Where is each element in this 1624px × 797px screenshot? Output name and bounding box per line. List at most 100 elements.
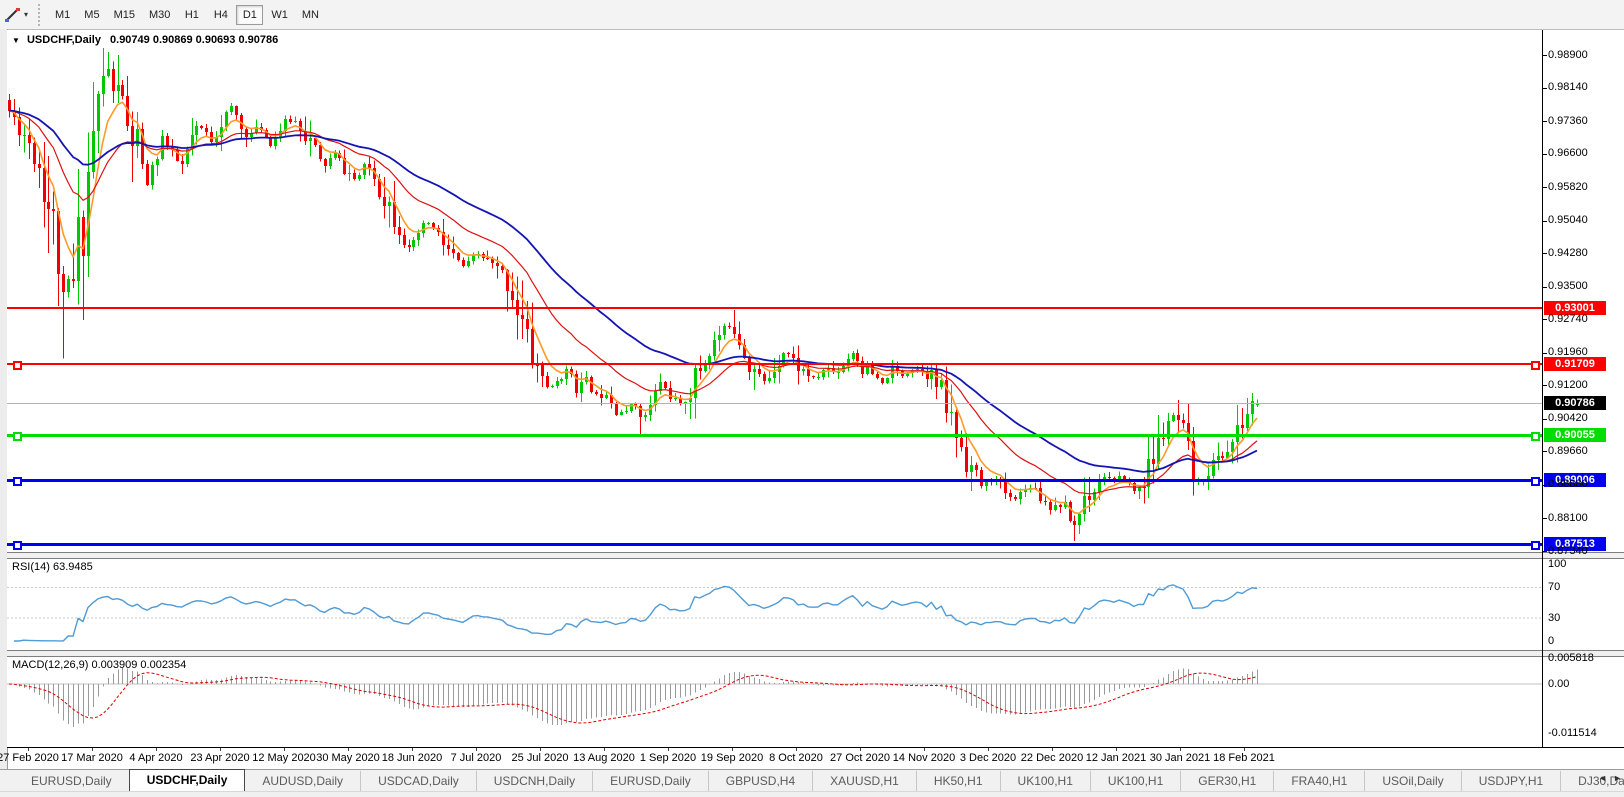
price-tick — [1542, 221, 1547, 222]
chart-tab-usdcad-daily[interactable]: USDCAD,Daily — [360, 771, 476, 791]
rsi-chart — [7, 584, 1542, 642]
chart-tab-ger30-h1[interactable]: GER30,H1 — [1180, 771, 1273, 791]
timeframe-button-w1[interactable]: W1 — [265, 5, 294, 25]
date-tick — [348, 748, 349, 751]
price-tick — [1542, 287, 1547, 288]
timeframe-button-h1[interactable]: H1 — [178, 5, 205, 25]
date-label: 3 Dec 2020 — [959, 752, 1017, 764]
mt4-window: ▾ M1 M5 M15 M30 H1 H4 D1 W1 MN ▼ USDCHF,Daily 0.… — [0, 0, 1624, 797]
price-tick-label: 0.94280 — [1548, 246, 1588, 259]
tab-scroll-right-icon[interactable]: ► — [1613, 773, 1622, 783]
price-tick-label: 0.87340 — [1548, 544, 1588, 557]
rsi-axis-label: 0 — [1548, 634, 1555, 647]
tab-scroll-left-icon[interactable]: ◄ — [1598, 773, 1607, 783]
chart-tab-gbpusd-h4[interactable]: GBPUSD,H4 — [707, 771, 812, 791]
toolbar-grip[interactable] — [38, 3, 41, 26]
pane-separator[interactable] — [7, 650, 1624, 657]
price-tick — [1542, 88, 1547, 89]
price-level-line[interactable] — [7, 307, 1542, 309]
chart-tab-fra40-h1[interactable]: FRA40,H1 — [1273, 771, 1364, 791]
price-tick-label: 0.89660 — [1548, 444, 1588, 457]
price-tick — [1542, 55, 1547, 56]
rsi-line — [13, 584, 1258, 642]
line-marker[interactable] — [13, 541, 22, 550]
date-label: 13 Aug 2020 — [573, 752, 635, 764]
date-label: 30 Jan 2021 — [1149, 752, 1211, 764]
pane-separator[interactable] — [7, 552, 1624, 559]
chart-tab-usoil-daily[interactable]: USOil,Daily — [1364, 771, 1460, 791]
date-tick — [668, 748, 669, 751]
price-tick-label: 0.95040 — [1548, 214, 1588, 227]
macd-signal-line — [8, 672, 1258, 724]
line-marker[interactable] — [1531, 477, 1540, 486]
chart-tab-hk50-h1[interactable]: HK50,H1 — [915, 771, 1000, 791]
chart-tab-eurusd-daily[interactable]: EURUSD,Daily — [14, 771, 129, 791]
chart-tab-usdcnh-daily[interactable]: USDCNH,Daily — [475, 771, 592, 791]
timeframe-button-mn[interactable]: MN — [296, 5, 325, 25]
price-tick — [1542, 121, 1547, 122]
draw-tool-icon[interactable] — [2, 5, 24, 25]
rsi-axis-label: 70 — [1548, 580, 1561, 593]
price-level-line[interactable] — [7, 434, 1542, 437]
price-tick-label: 0.93500 — [1548, 280, 1588, 293]
price-tick-label: 0.91960 — [1548, 346, 1588, 359]
date-label: 1 Sep 2020 — [639, 752, 697, 764]
price-level-line[interactable] — [7, 543, 1542, 546]
chart-tab-bar: EURUSD,Daily USDCHF,Daily AUDUSD,Daily USDC… — [0, 769, 1624, 791]
chart-tab-uk100-h1[interactable]: UK100,H1 — [999, 771, 1090, 791]
candlestick-chart — [8, 48, 1259, 542]
line-marker[interactable] — [1531, 432, 1540, 441]
draw-tool-dropdown-icon[interactable]: ▾ — [24, 10, 28, 19]
line-marker[interactable] — [1531, 541, 1540, 550]
date-tick — [1052, 748, 1053, 751]
date-tick — [1116, 748, 1117, 751]
date-tick — [412, 748, 413, 751]
timeframe-button-m5[interactable]: M5 — [78, 5, 105, 25]
chart-tab-audusd-daily[interactable]: AUDUSD,Daily — [245, 771, 360, 791]
price-tick — [1542, 419, 1547, 420]
toolbar: ▾ M1 M5 M15 M30 H1 H4 D1 W1 MN — [0, 0, 1624, 30]
line-marker[interactable] — [13, 361, 22, 370]
date-label: 19 Sep 2020 — [700, 752, 764, 764]
time-axis-line — [7, 747, 1624, 748]
date-tick — [732, 748, 733, 751]
price-tick — [1542, 353, 1547, 354]
line-marker[interactable] — [1531, 361, 1540, 370]
date-label: 30 May 2020 — [316, 752, 380, 764]
date-tick — [540, 748, 541, 751]
timeframe-bar: M1 M5 M15 M30 H1 H4 D1 W1 MN — [48, 4, 326, 25]
line-marker[interactable] — [13, 477, 22, 486]
date-label: 23 Apr 2020 — [190, 752, 250, 764]
symbol-label: USDCHF,Daily — [26, 34, 101, 46]
date-tick — [92, 748, 93, 751]
chart-tab-xauusd-h1[interactable]: XAUUSD,H1 — [812, 771, 916, 791]
date-tick — [796, 748, 797, 751]
price-tick-label: 0.91200 — [1548, 378, 1588, 391]
date-label: 7 Jul 2020 — [450, 752, 502, 764]
date-label: 27 Feb 2020 — [0, 752, 59, 764]
price-tick-label: 0.97360 — [1548, 114, 1588, 127]
price-tick-label: 0.88100 — [1548, 511, 1588, 524]
line-marker[interactable] — [13, 432, 22, 441]
timeframe-button-m15[interactable]: M15 — [108, 5, 141, 25]
macd-axis-label: 0.005818 — [1548, 652, 1594, 665]
chart-tab-usdjpy-h1[interactable]: USDJPY,H1 — [1460, 771, 1560, 791]
date-label: 25 Jul 2020 — [511, 752, 569, 764]
collapse-icon[interactable]: ▼ — [12, 36, 20, 45]
timeframe-button-m30[interactable]: M30 — [143, 5, 176, 25]
chart-title: ▼ USDCHF,Daily 0.90749 0.90869 0.90693 0… — [12, 34, 278, 46]
price-tick — [1542, 518, 1547, 519]
chart-tab-eurusd-daily[interactable]: EURUSD,Daily — [592, 771, 708, 791]
price-level-line[interactable] — [7, 479, 1542, 482]
price-tick-label: 0.98140 — [1548, 81, 1588, 94]
date-label: 8 Oct 2020 — [769, 752, 823, 764]
price-level-line[interactable] — [7, 363, 1542, 365]
price-tick-label: 0.95820 — [1548, 180, 1588, 193]
price-tick-label: 0.92740 — [1548, 312, 1588, 325]
chart-tab-uk100-h1[interactable]: UK100,H1 — [1089, 771, 1180, 791]
chart-tab-usdchf-daily[interactable]: USDCHF,Daily — [128, 769, 246, 791]
price-tick-label: 0.98900 — [1548, 48, 1588, 61]
timeframe-button-h4[interactable]: H4 — [207, 5, 234, 25]
timeframe-button-d1[interactable]: D1 — [236, 4, 264, 25]
timeframe-button-m1[interactable]: M1 — [49, 5, 76, 25]
